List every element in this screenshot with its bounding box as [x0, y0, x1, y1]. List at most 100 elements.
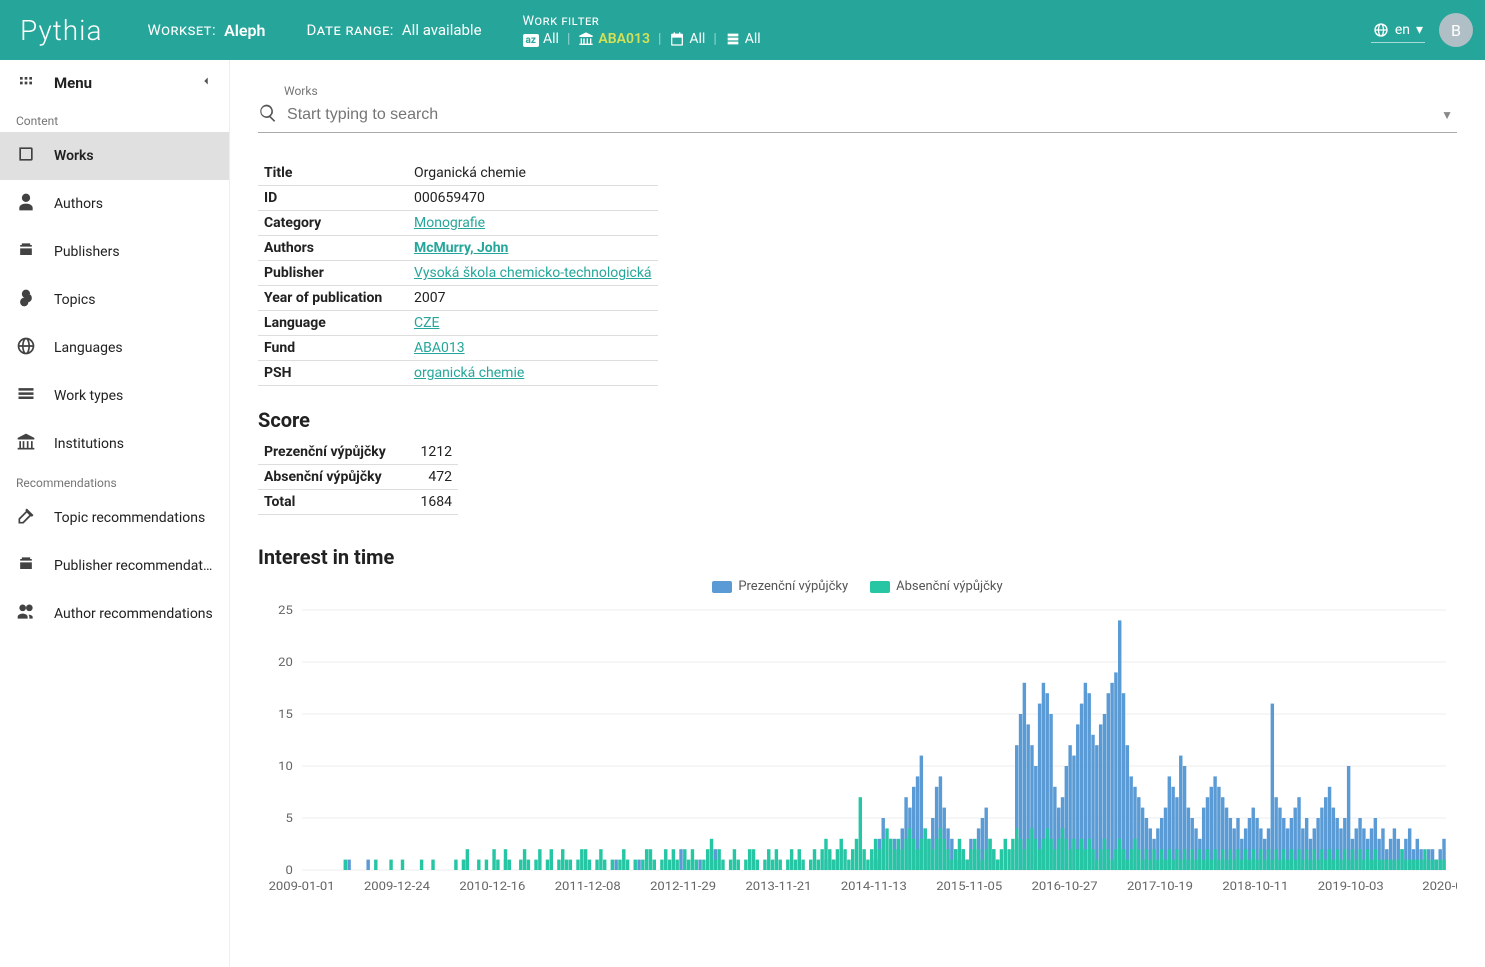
- svg-text:2009-01-01: 2009-01-01: [269, 879, 335, 893]
- detail-key: PSH: [258, 361, 408, 386]
- workfilter-item-2[interactable]: All: [669, 31, 705, 47]
- sidebar-item-label: Works: [54, 148, 94, 164]
- sidebar-item-works[interactable]: Works: [0, 132, 229, 180]
- score-row: Absenční výpůjčky472: [258, 465, 458, 490]
- detail-key: Fund: [258, 336, 408, 361]
- detail-key: Language: [258, 311, 408, 336]
- detail-row: TitleOrganická chemie: [258, 161, 658, 186]
- detail-row: Year of publication2007: [258, 286, 658, 311]
- interest-chart: 05101520252009-01-012009-12-242010-12-16…: [258, 600, 1457, 900]
- workfilter-item-0[interactable]: All: [523, 31, 559, 47]
- detail-row: LanguageCZE: [258, 311, 658, 336]
- workfilter-item-1[interactable]: ABA013: [578, 31, 650, 47]
- legend-swatch-2: [870, 581, 890, 593]
- search-dropdown-icon[interactable]: ▼: [1437, 108, 1457, 122]
- svg-text:2018-10-11: 2018-10-11: [1222, 879, 1288, 893]
- svg-text:15: 15: [278, 707, 293, 721]
- sidebar-item-label: Topic recommendations: [54, 510, 205, 526]
- score-key: Prezenční výpůjčky: [258, 440, 398, 465]
- date-icon: [669, 31, 685, 47]
- detail-value: Organická chemie: [408, 161, 658, 186]
- chevron-down-icon: ▾: [1416, 22, 1423, 38]
- detail-value[interactable]: organická chemie: [408, 361, 658, 386]
- app-logo[interactable]: Pythia: [20, 14, 126, 47]
- svg-text:2019-10-03: 2019-10-03: [1318, 879, 1384, 893]
- languages-icon: [16, 336, 36, 360]
- worktype-icon: [725, 31, 741, 47]
- workset-value: Aleph: [224, 21, 265, 40]
- topic-rec-icon: [16, 506, 36, 530]
- score-value: 1684: [398, 490, 458, 515]
- author-rec-icon: [16, 602, 36, 626]
- score-heading: Score: [258, 408, 1457, 432]
- detail-key: ID: [258, 186, 408, 211]
- svg-text:2012-11-29: 2012-11-29: [650, 879, 716, 893]
- institutions-icon: [16, 432, 36, 456]
- score-key: Total: [258, 490, 398, 515]
- detail-key: Title: [258, 161, 408, 186]
- chart-legend: Prezenční výpůjčky Absenční výpůjčky: [258, 579, 1457, 594]
- sidebar-title: Menu: [54, 74, 181, 92]
- detail-value[interactable]: Monografie: [408, 211, 658, 236]
- svg-text:2009-12-24: 2009-12-24: [364, 879, 430, 893]
- chart-title: Interest in time: [258, 545, 1457, 569]
- svg-text:5: 5: [286, 811, 293, 825]
- sidebar-item-institutions[interactable]: Institutions: [0, 420, 229, 468]
- main-content: Works ▼ TitleOrganická chemieID000659470…: [230, 60, 1485, 967]
- detail-row: PublisherVysoká škola chemicko-technolog…: [258, 261, 658, 286]
- search-input[interactable]: [283, 98, 1437, 132]
- sidebar-item-label: Publisher recommendatio…: [54, 558, 213, 574]
- daterange-selector[interactable]: Date range: All available: [286, 21, 501, 39]
- sidebar-item-languages[interactable]: Languages: [0, 324, 229, 372]
- detail-row: AuthorsMcMurry, John: [258, 236, 658, 261]
- score-value: 472: [398, 465, 458, 490]
- detail-row: CategoryMonografie: [258, 211, 658, 236]
- avatar[interactable]: B: [1439, 13, 1473, 47]
- sidebar-item-publisher-rec[interactable]: Publisher recommendatio…: [0, 542, 229, 590]
- sidebar-item-label: Institutions: [54, 436, 124, 452]
- topbar: Pythia Workset: Aleph Date range: All av…: [0, 0, 1485, 60]
- collapse-sidebar-icon[interactable]: [199, 74, 213, 92]
- detail-row: PSHorganická chemie: [258, 361, 658, 386]
- sidebar: Menu Content Works Authors Publishers Topics…: [0, 60, 230, 967]
- daterange-label: Date range:: [306, 21, 393, 39]
- detail-key: Publisher: [258, 261, 408, 286]
- legend-swatch-1: [712, 581, 732, 593]
- legend-label-2: Absenční výpůjčky: [896, 579, 1003, 594]
- svg-text:2011-12-08: 2011-12-08: [555, 879, 621, 893]
- sidebar-item-label: Topics: [54, 292, 95, 308]
- workfilter-row: All| ABA013| All| All: [523, 31, 761, 47]
- detail-value[interactable]: ABA013: [408, 336, 658, 361]
- globe-icon: [1373, 22, 1389, 38]
- detail-key: Year of publication: [258, 286, 408, 311]
- sidebar-item-author-rec[interactable]: Author recommendations: [0, 590, 229, 638]
- workfilter-item-3[interactable]: All: [725, 31, 761, 47]
- sidebar-item-topic-rec[interactable]: Topic recommendations: [0, 494, 229, 542]
- detail-value: 2007: [408, 286, 658, 311]
- score-value: 1212: [398, 440, 458, 465]
- workset-selector[interactable]: Workset: Aleph: [127, 21, 285, 40]
- sidebar-item-authors[interactable]: Authors: [0, 180, 229, 228]
- sidebar-section-recommendations: Recommendations: [0, 468, 229, 494]
- sidebar-section-content: Content: [0, 106, 229, 132]
- work-detail-table: TitleOrganická chemieID000659470Category…: [258, 161, 658, 386]
- detail-value[interactable]: McMurry, John: [408, 236, 658, 261]
- publishers-icon: [16, 240, 36, 264]
- search-icon: [258, 103, 283, 128]
- sidebar-item-topics[interactable]: Topics: [0, 276, 229, 324]
- detail-value[interactable]: CZE: [408, 311, 658, 336]
- grid-icon[interactable]: [16, 75, 36, 91]
- sidebar-item-worktypes[interactable]: Work types: [0, 372, 229, 420]
- score-row: Total1684: [258, 490, 458, 515]
- svg-text:10: 10: [278, 759, 293, 773]
- worktypes-icon: [16, 384, 36, 408]
- detail-value[interactable]: Vysoká škola chemicko-technologická: [408, 261, 658, 286]
- language-selector[interactable]: en ▾: [1371, 18, 1425, 43]
- svg-text:2015-11-05: 2015-11-05: [936, 879, 1002, 893]
- svg-text:2014-11-13: 2014-11-13: [841, 879, 907, 893]
- sidebar-item-label: Work types: [54, 388, 123, 404]
- detail-row: FundABA013: [258, 336, 658, 361]
- score-key: Absenční výpůjčky: [258, 465, 398, 490]
- sidebar-item-publishers[interactable]: Publishers: [0, 228, 229, 276]
- sidebar-item-label: Authors: [54, 196, 103, 212]
